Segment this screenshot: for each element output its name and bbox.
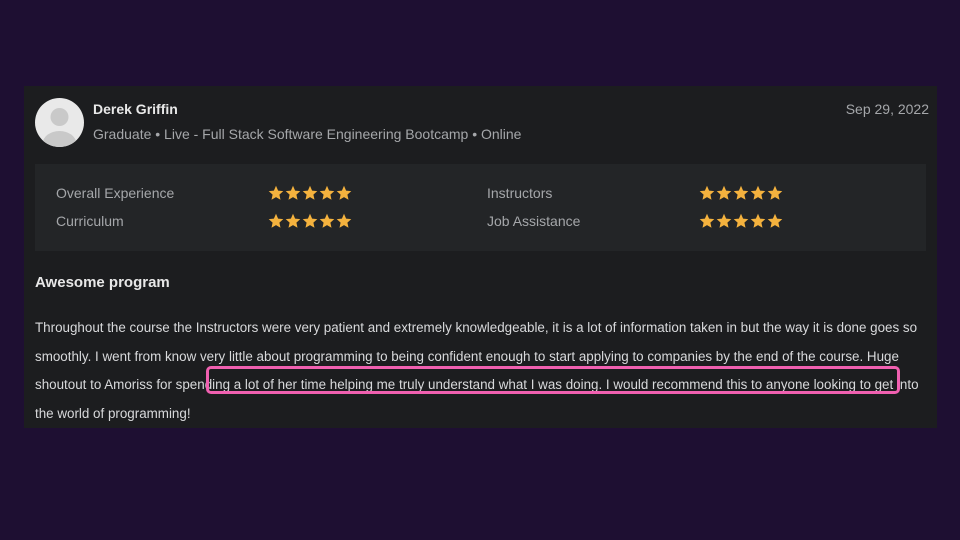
review-date: Sep 29, 2022	[845, 101, 929, 117]
review-body: Throughout the course the Instructors we…	[35, 314, 931, 428]
star-icon	[268, 185, 284, 200]
star-icon	[716, 185, 732, 200]
star-icon	[767, 213, 783, 228]
rating-label-overall-experience: Overall Experience	[56, 185, 175, 201]
rating-stars-instructors	[699, 185, 783, 201]
star-icon	[733, 185, 749, 200]
star-icon	[716, 213, 732, 228]
star-icon	[699, 213, 715, 228]
star-icon	[268, 213, 284, 228]
user-avatar-icon	[35, 98, 84, 147]
star-icon	[302, 213, 318, 228]
ratings-box: Overall Experience Instructors Curriculu…	[35, 164, 926, 251]
rating-label-curriculum: Curriculum	[56, 213, 124, 229]
review-body-text: Throughout the course the Instructors we…	[35, 320, 919, 421]
star-icon	[750, 213, 766, 228]
star-icon	[733, 213, 749, 228]
star-icon	[750, 185, 766, 200]
review-title: Awesome program	[35, 274, 170, 291]
rating-stars-curriculum	[268, 213, 352, 229]
reviewer-meta: Graduate • Live - Full Stack Software En…	[93, 126, 522, 142]
star-icon	[319, 213, 335, 228]
rating-stars-overall-experience	[268, 185, 352, 201]
star-icon	[336, 185, 352, 200]
rating-label-job-assistance: Job Assistance	[487, 213, 581, 229]
reviewer-name: Derek Griffin	[93, 101, 178, 117]
star-icon	[285, 185, 301, 200]
star-icon	[285, 213, 301, 228]
star-icon	[699, 185, 715, 200]
rating-label-instructors: Instructors	[487, 185, 553, 201]
review-card: Derek Griffin Graduate • Live - Full Sta…	[24, 86, 937, 428]
star-icon	[336, 213, 352, 228]
rating-stars-job-assistance	[699, 213, 783, 229]
star-icon	[319, 185, 335, 200]
star-icon	[302, 185, 318, 200]
star-icon	[767, 185, 783, 200]
